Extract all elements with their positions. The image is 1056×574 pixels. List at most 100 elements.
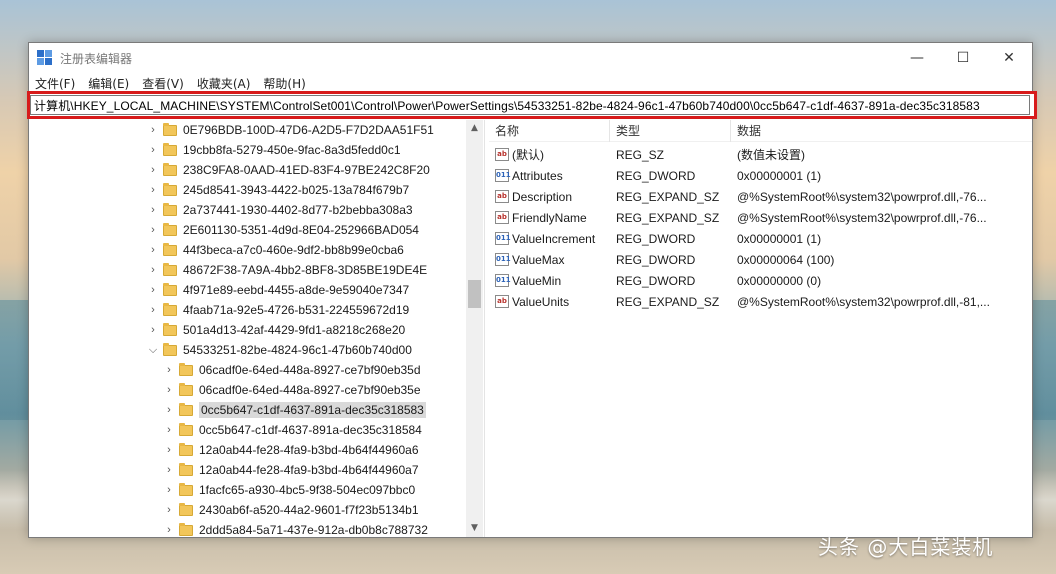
menu-edit[interactable]: 编辑(E)	[88, 75, 129, 92]
value-row[interactable]: ab (默认) REG_SZ (数值未设置)	[489, 144, 1031, 165]
column-header-data[interactable]: 数据	[731, 120, 1031, 142]
value-name: ValueUnits	[512, 294, 570, 309]
chevron-down-icon[interactable]: ⌵	[147, 344, 159, 357]
chevron-right-icon[interactable]: ›	[163, 504, 175, 516]
window-title: 注册表编辑器	[60, 51, 133, 66]
tree-item-label: 06cadf0e-64ed-448a-8927-ce7bf90eb35d	[199, 363, 421, 377]
chevron-right-icon[interactable]: ›	[163, 384, 175, 396]
chevron-right-icon[interactable]: ›	[147, 164, 159, 176]
tree-item[interactable]: › 06cadf0e-64ed-448a-8927-ce7bf90eb35e	[163, 380, 421, 400]
value-row[interactable]: ab Description REG_EXPAND_SZ @%SystemRoot%\…	[489, 186, 1031, 207]
tree-item[interactable]: › 12a0ab44-fe28-4fa9-b3bd-4b64f44960a7	[163, 460, 419, 480]
chevron-right-icon[interactable]: ›	[163, 424, 175, 436]
binary-value-icon: 011	[495, 169, 511, 182]
tree-item-label: 48672F38-7A9A-4bb2-8BF8-3D85BE19DE4E	[183, 263, 428, 277]
chevron-right-icon[interactable]: ›	[147, 184, 159, 196]
tree-item-label: 238C9FA8-0AAD-41ED-83F4-97BE242C8F20	[183, 163, 430, 177]
value-row[interactable]: 011 ValueMax REG_DWORD 0x00000064 (100)	[489, 249, 1031, 270]
menu-bar: 文件(F) 编辑(E) 查看(V) 收藏夹(A) 帮助(H)	[29, 73, 1032, 93]
title-bar[interactable]: 注册表编辑器 — ☐ ✕	[29, 43, 1032, 73]
value-name: FriendlyName	[512, 210, 587, 225]
chevron-right-icon[interactable]: ›	[147, 244, 159, 256]
menu-help[interactable]: 帮助(H)	[263, 75, 305, 92]
value-type: REG_DWORD	[616, 273, 696, 288]
maximize-button[interactable]: ☐	[940, 43, 986, 73]
chevron-right-icon[interactable]: ›	[147, 304, 159, 316]
minimize-button[interactable]: —	[894, 43, 940, 73]
chevron-right-icon[interactable]: ›	[163, 484, 175, 496]
tree-item[interactable]: › 0cc5b647-c1df-4637-891a-dec35c318583	[163, 400, 426, 420]
tree-item[interactable]: › 44f3beca-a7c0-460e-9df2-bb8b99e0cba6	[147, 240, 404, 260]
folder-icon	[163, 262, 177, 276]
tree-item[interactable]: › 1facfc65-a930-4bc5-9f38-504ec097bbc0	[163, 480, 415, 500]
menu-file[interactable]: 文件(F)	[35, 75, 75, 92]
folder-icon	[163, 242, 177, 256]
tree-item-label: 44f3beca-a7c0-460e-9df2-bb8b99e0cba6	[183, 243, 404, 257]
column-header-name[interactable]: 名称	[489, 119, 610, 142]
scroll-down-arrow-icon[interactable]: ▼	[466, 520, 483, 537]
value-row[interactable]: 011 ValueMin REG_DWORD 0x00000000 (0)	[489, 270, 1031, 291]
column-header-type[interactable]: 类型	[610, 119, 731, 142]
chevron-right-icon[interactable]: ›	[147, 204, 159, 216]
tree-item-label: 2430ab6f-a520-44a2-9601-f7f23b5134b1	[199, 503, 419, 517]
tree-item[interactable]: › 501a4d13-42af-4429-9fd1-a8218c268e20	[147, 320, 405, 340]
tree-item[interactable]: › 245d8541-3943-4422-b025-13a784f679b7	[147, 180, 409, 200]
value-row[interactable]: 011 Attributes REG_DWORD 0x00000001 (1)	[489, 165, 1031, 186]
tree-item[interactable]: › 0E796BDB-100D-47D6-A2D5-F7D2DAA51F51	[147, 120, 434, 140]
value-row[interactable]: 011 ValueIncrement REG_DWORD 0x00000001 (1)	[489, 228, 1031, 249]
chevron-right-icon[interactable]: ›	[163, 524, 175, 536]
tree-item-label: 12a0ab44-fe28-4fa9-b3bd-4b64f44960a6	[199, 443, 419, 457]
tree-item[interactable]: › 12a0ab44-fe28-4fa9-b3bd-4b64f44960a6	[163, 440, 419, 460]
tree-item[interactable]: › 06cadf0e-64ed-448a-8927-ce7bf90eb35d	[163, 360, 421, 380]
tree-item-label: 54533251-82be-4824-96c1-47b60b740d00	[183, 343, 412, 357]
value-data: 0x00000000 (0)	[737, 273, 822, 288]
binary-value-icon: 011	[495, 253, 511, 266]
value-name-cell: ab ValueUnits	[489, 295, 610, 309]
chevron-right-icon[interactable]: ›	[163, 404, 175, 416]
value-type: REG_SZ	[616, 147, 665, 162]
tree-item[interactable]: › 19cbb8fa-5279-450e-9fac-8a3d5fedd0c1	[147, 140, 401, 160]
chevron-right-icon[interactable]: ›	[147, 224, 159, 236]
menu-view[interactable]: 查看(V)	[142, 75, 184, 92]
value-type: REG_EXPAND_SZ	[616, 294, 720, 309]
tree-item-label: 19cbb8fa-5279-450e-9fac-8a3d5fedd0c1	[183, 143, 401, 157]
registry-key-tree: › 2ddd5a84-5a71-437e-912a-db0b8c788732 › 24…	[29, 120, 484, 537]
tree-item[interactable]: › 2ddd5a84-5a71-437e-912a-db0b8c788732	[163, 520, 428, 537]
chevron-right-icon[interactable]: ›	[163, 444, 175, 456]
value-row[interactable]: ab ValueUnits REG_EXPAND_SZ @%SystemRoot%\s…	[489, 291, 1031, 312]
tree-item-label: 4faab71a-92e5-4726-b531-224559672d19	[183, 303, 410, 317]
close-button[interactable]: ✕	[986, 43, 1032, 73]
tree-item[interactable]: › 2E601130-5351-4d9d-8E04-252966BAD054	[147, 220, 419, 240]
chevron-right-icon[interactable]: ›	[163, 464, 175, 476]
chevron-right-icon[interactable]: ›	[147, 324, 159, 336]
chevron-right-icon[interactable]: ›	[147, 144, 159, 156]
value-name: ValueMax	[512, 252, 565, 267]
tree-item[interactable]: › 238C9FA8-0AAD-41ED-83F4-97BE242C8F20	[147, 160, 430, 180]
scrollbar-thumb[interactable]	[468, 280, 481, 308]
tree-item[interactable]: › 2430ab6f-a520-44a2-9601-f7f23b5134b1	[163, 500, 419, 520]
value-data: 0x00000001 (1)	[737, 168, 822, 183]
tree-item[interactable]: › 48672F38-7A9A-4bb2-8BF8-3D85BE19DE4E	[147, 260, 427, 280]
string-value-icon: ab	[495, 190, 509, 203]
value-name: Attributes	[512, 168, 563, 183]
value-type: REG_EXPAND_SZ	[616, 210, 720, 225]
tree-item-label: 1facfc65-a930-4bc5-9f38-504ec097bbc0	[199, 483, 416, 497]
scroll-up-arrow-icon[interactable]: ▲	[466, 120, 483, 137]
menu-favorites[interactable]: 收藏夹(A)	[197, 75, 251, 92]
chevron-right-icon[interactable]: ›	[163, 364, 175, 376]
tree-vertical-scrollbar[interactable]: ▲ ▼	[466, 120, 483, 537]
tree-item[interactable]: ⌵ 54533251-82be-4824-96c1-47b60b740d00	[147, 340, 412, 360]
tree-item[interactable]: › 4f971e89-eebd-4455-a8de-9e59040e7347	[147, 280, 409, 300]
tree-item-label: 0E796BDB-100D-47D6-A2D5-F7D2DAA51F51	[183, 123, 434, 137]
chevron-right-icon[interactable]: ›	[147, 264, 159, 276]
address-bar-highlight: 计算机\HKEY_LOCAL_MACHINE\SYSTEM\ControlSet…	[27, 91, 1037, 119]
chevron-right-icon[interactable]: ›	[147, 284, 159, 296]
tree-item[interactable]: › 0cc5b647-c1df-4637-891a-dec35c318584	[163, 420, 422, 440]
tree-item[interactable]: › 2a737441-1930-4402-8d77-b2bebba308a3	[147, 200, 413, 220]
chevron-right-icon[interactable]: ›	[147, 124, 159, 136]
editor-content: › 2ddd5a84-5a71-437e-912a-db0b8c788732 › 24…	[29, 119, 1032, 537]
tree-item[interactable]: › 4faab71a-92e5-4726-b531-224559672d19	[147, 300, 409, 320]
value-row[interactable]: ab FriendlyName REG_EXPAND_SZ @%SystemRoot%…	[489, 207, 1031, 228]
folder-icon	[163, 342, 177, 356]
address-bar-input[interactable]: 计算机\HKEY_LOCAL_MACHINE\SYSTEM\ControlSet…	[30, 95, 1030, 115]
